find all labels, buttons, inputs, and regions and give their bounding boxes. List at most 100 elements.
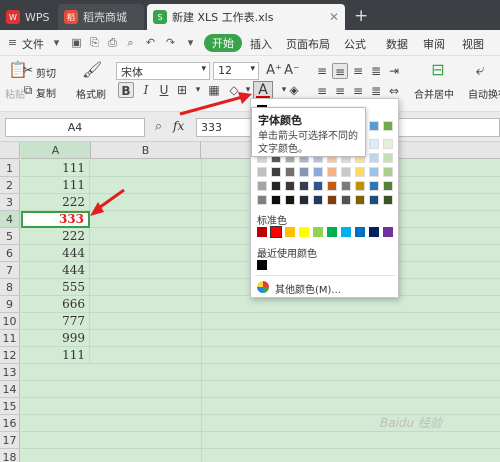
copy-icon[interactable]: ⧉: [20, 82, 36, 98]
undo-icon[interactable]: ↶: [144, 36, 157, 49]
table-cell[interactable]: 555: [21, 279, 90, 296]
format-painter-icon[interactable]: 🖌: [82, 62, 102, 78]
theme-color-swatch[interactable]: [327, 195, 337, 205]
tab-start[interactable]: 开始: [204, 34, 242, 52]
fx-button[interactable]: fx: [173, 119, 184, 133]
preview-icon[interactable]: ⌕: [124, 36, 137, 49]
align-right-icon[interactable]: ≡: [350, 83, 366, 99]
standard-color-swatch[interactable]: [341, 227, 351, 237]
theme-color-swatch[interactable]: [383, 121, 393, 131]
theme-color-swatch[interactable]: [285, 195, 295, 205]
more-colors-item[interactable]: 其他颜色(M)...: [275, 281, 341, 296]
merge-center-button[interactable]: 合并居中: [414, 86, 454, 101]
row-header[interactable]: 11: [0, 330, 20, 347]
theme-color-swatch[interactable]: [383, 139, 393, 149]
tab-formula[interactable]: 公式: [344, 36, 366, 52]
theme-color-swatch[interactable]: [355, 167, 365, 177]
wrap-text-icon[interactable]: ≣: [368, 63, 384, 79]
table-cell[interactable]: 444: [21, 262, 90, 279]
indent-icon[interactable]: ⇥: [386, 63, 402, 79]
row-header[interactable]: 17: [0, 432, 20, 449]
export-icon[interactable]: ⎘: [88, 36, 101, 49]
customize-icon[interactable]: ▾: [184, 36, 197, 49]
standard-color-swatch[interactable]: [270, 226, 282, 238]
tab-store[interactable]: 稻 稻壳商城: [58, 4, 144, 30]
font-size-select[interactable]: 12 ▾: [213, 62, 259, 80]
underline-button[interactable]: U: [156, 82, 172, 98]
theme-color-swatch[interactable]: [369, 153, 379, 163]
redo-icon[interactable]: ↷: [164, 36, 177, 49]
theme-color-swatch[interactable]: [355, 195, 365, 205]
select-all-corner[interactable]: [0, 142, 20, 159]
row-header[interactable]: 10: [0, 313, 20, 330]
standard-color-swatch[interactable]: [355, 227, 365, 237]
theme-color-swatch[interactable]: [355, 181, 365, 191]
row-header[interactable]: 6: [0, 245, 20, 262]
close-tab-icon[interactable]: ✕: [329, 10, 339, 24]
theme-color-swatch[interactable]: [369, 167, 379, 177]
table-cell[interactable]: 222: [21, 194, 90, 211]
table-cell[interactable]: 666: [21, 296, 90, 313]
theme-color-swatch[interactable]: [271, 167, 281, 177]
menu-hamburger-icon[interactable]: ≡: [6, 36, 19, 49]
tab-review[interactable]: 审阅: [423, 36, 445, 52]
theme-color-swatch[interactable]: [313, 167, 323, 177]
chevron-down-icon[interactable]: ▾: [190, 82, 206, 98]
align-center-icon[interactable]: ≡: [332, 83, 348, 99]
standard-color-swatch[interactable]: [369, 227, 379, 237]
auto-wrap-button[interactable]: 自动换行: [468, 86, 500, 101]
theme-color-swatch[interactable]: [299, 181, 309, 191]
new-tab-button[interactable]: +: [354, 6, 368, 26]
table-cell[interactable]: 111: [21, 177, 90, 194]
tab-page-layout[interactable]: 页面布局: [286, 36, 330, 52]
save-icon[interactable]: ▣: [70, 36, 83, 49]
row-header[interactable]: 4: [0, 211, 20, 228]
table-cell[interactable]: 999: [21, 330, 90, 347]
distribute-icon[interactable]: ⇔: [386, 83, 402, 99]
theme-color-swatch[interactable]: [257, 195, 267, 205]
bold-button[interactable]: B: [118, 82, 134, 98]
decrease-font-icon[interactable]: A⁻: [284, 63, 300, 79]
row-header[interactable]: 18: [0, 449, 20, 462]
theme-color-swatch[interactable]: [327, 181, 337, 191]
wrap-icon[interactable]: ⤶: [472, 62, 488, 78]
table-cell[interactable]: 111: [21, 160, 90, 177]
theme-color-swatch[interactable]: [383, 167, 393, 177]
theme-color-swatch[interactable]: [257, 167, 267, 177]
increase-font-icon[interactable]: A⁺: [266, 63, 282, 79]
row-header[interactable]: 13: [0, 364, 20, 381]
theme-color-swatch[interactable]: [257, 181, 267, 191]
standard-color-swatch[interactable]: [313, 227, 323, 237]
theme-color-swatch[interactable]: [383, 195, 393, 205]
row-header[interactable]: 1: [0, 160, 20, 177]
standard-color-swatch[interactable]: [327, 227, 337, 237]
theme-color-swatch[interactable]: [299, 167, 309, 177]
tab-data[interactable]: 数据: [386, 36, 408, 52]
theme-color-swatch[interactable]: [271, 195, 281, 205]
theme-color-swatch[interactable]: [271, 181, 281, 191]
row-header[interactable]: 15: [0, 398, 20, 415]
align-left-icon[interactable]: ≡: [314, 83, 330, 99]
theme-color-swatch[interactable]: [327, 167, 337, 177]
standard-color-swatch[interactable]: [299, 227, 309, 237]
cut-button[interactable]: 剪切: [36, 65, 56, 80]
theme-color-swatch[interactable]: [341, 167, 351, 177]
theme-color-swatch[interactable]: [313, 195, 323, 205]
theme-color-swatch[interactable]: [369, 195, 379, 205]
theme-color-swatch[interactable]: [383, 153, 393, 163]
theme-color-swatch[interactable]: [285, 167, 295, 177]
row-header[interactable]: 14: [0, 381, 20, 398]
row-header[interactable]: 5: [0, 228, 20, 245]
clear-format-icon[interactable]: ◈: [286, 82, 302, 98]
column-header-b[interactable]: B: [91, 142, 201, 159]
chevron-down-icon[interactable]: ▾: [50, 36, 63, 49]
row-header[interactable]: 8: [0, 279, 20, 296]
row-header[interactable]: 12: [0, 347, 20, 364]
theme-color-swatch[interactable]: [341, 181, 351, 191]
align-top-icon[interactable]: ≡: [314, 63, 330, 79]
row-header[interactable]: 9: [0, 296, 20, 313]
standard-color-swatch[interactable]: [383, 227, 393, 237]
tab-file[interactable]: S 新建 XLS 工作表.xls ✕: [147, 4, 345, 30]
align-bottom-icon[interactable]: ≡: [350, 63, 366, 79]
theme-color-swatch[interactable]: [383, 181, 393, 191]
